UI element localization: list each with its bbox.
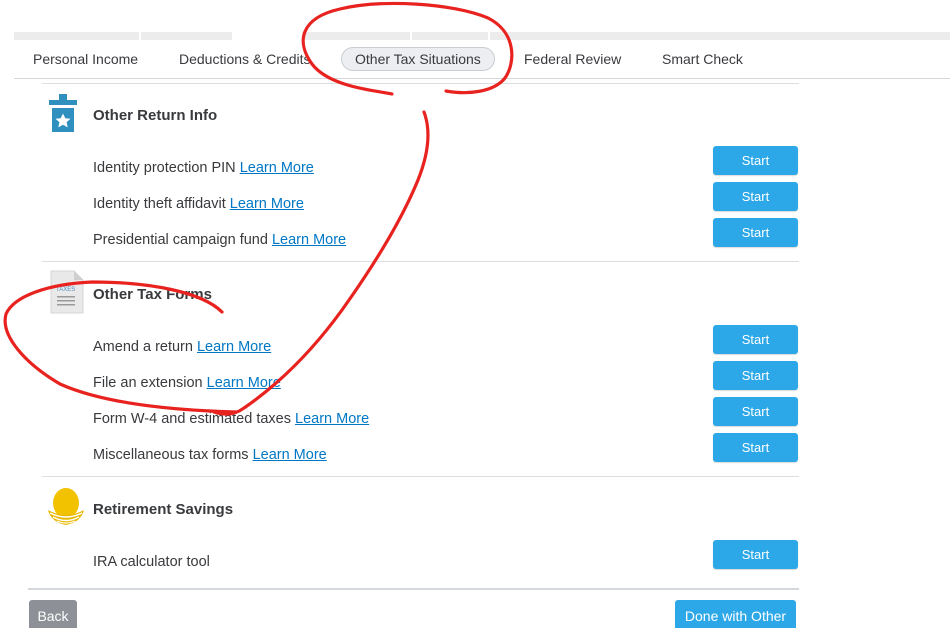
progress-segment bbox=[490, 32, 950, 40]
tab-smart-check[interactable]: Smart Check bbox=[662, 47, 743, 71]
row-amend-a-return: Amend a return Learn More bbox=[93, 339, 271, 355]
start-button[interactable]: Start bbox=[713, 540, 798, 569]
done-with-other-button[interactable]: Done with Other bbox=[675, 600, 796, 628]
section-title: Other Return Info bbox=[93, 107, 218, 124]
section-tabs: Personal Income Deductions & Credits Oth… bbox=[14, 40, 950, 79]
row-label: Identity protection PIN bbox=[93, 160, 236, 176]
row-identity-protection-pin: Identity protection PIN Learn More bbox=[93, 160, 314, 176]
tab-deductions-credits[interactable]: Deductions & Credits bbox=[179, 47, 311, 71]
row-presidential-campaign-fund: Presidential campaign fund Learn More bbox=[93, 232, 346, 248]
section-title: Retirement Savings bbox=[93, 501, 234, 518]
back-button[interactable]: Back bbox=[29, 600, 77, 628]
row-label: Presidential campaign fund bbox=[93, 232, 268, 248]
divider bbox=[42, 261, 799, 262]
start-button[interactable]: Start bbox=[713, 325, 798, 354]
progress-segment bbox=[141, 32, 232, 40]
footer-divider bbox=[28, 588, 799, 590]
row-label: Miscellaneous tax forms bbox=[93, 447, 249, 463]
tax-document-icon-text: TAXES bbox=[56, 287, 75, 293]
learn-more-link[interactable]: Learn More bbox=[207, 375, 281, 391]
start-button[interactable]: Start bbox=[713, 146, 798, 175]
row-form-w4-estimated-taxes: Form W-4 and estimated taxes Learn More bbox=[93, 411, 369, 427]
start-button[interactable]: Start bbox=[713, 433, 798, 462]
learn-more-link[interactable]: Learn More bbox=[272, 232, 346, 248]
start-button[interactable]: Start bbox=[713, 182, 798, 211]
progress-segment bbox=[14, 32, 139, 40]
row-ira-calculator-tool: IRA calculator tool bbox=[93, 554, 210, 570]
ballot-box-star-icon bbox=[46, 92, 84, 139]
tab-personal-income[interactable]: Personal Income bbox=[33, 47, 138, 71]
row-identity-theft-affidavit: Identity theft affidavit Learn More bbox=[93, 196, 304, 212]
tax-document-icon: TAXES bbox=[50, 270, 84, 319]
divider bbox=[42, 476, 799, 477]
learn-more-link[interactable]: Learn More bbox=[240, 160, 314, 176]
learn-more-link[interactable]: Learn More bbox=[253, 447, 327, 463]
learn-more-link[interactable]: Learn More bbox=[295, 411, 369, 427]
annotation-arrow-stroke bbox=[212, 110, 430, 416]
divider bbox=[42, 83, 799, 84]
start-button[interactable]: Start bbox=[713, 218, 798, 247]
annotation-overlay bbox=[3, 1, 514, 416]
row-label: IRA calculator tool bbox=[93, 554, 210, 570]
start-button[interactable]: Start bbox=[713, 361, 798, 390]
progress-segment bbox=[412, 32, 488, 40]
nest-egg-icon bbox=[45, 486, 87, 533]
tab-other-tax-situations[interactable]: Other Tax Situations bbox=[341, 47, 495, 71]
tab-federal-review[interactable]: Federal Review bbox=[524, 47, 621, 71]
row-file-an-extension: File an extension Learn More bbox=[93, 375, 281, 391]
row-label: Identity theft affidavit bbox=[93, 196, 226, 212]
section-title: Other Tax Forms bbox=[93, 286, 212, 303]
learn-more-link[interactable]: Learn More bbox=[230, 196, 304, 212]
row-label: File an extension bbox=[93, 375, 203, 391]
row-miscellaneous-tax-forms: Miscellaneous tax forms Learn More bbox=[93, 447, 327, 463]
progress-segment bbox=[302, 32, 410, 40]
row-label: Form W-4 and estimated taxes bbox=[93, 411, 291, 427]
learn-more-link[interactable]: Learn More bbox=[197, 339, 271, 355]
start-button[interactable]: Start bbox=[713, 397, 798, 426]
progress-strip bbox=[14, 32, 950, 40]
row-label: Amend a return bbox=[93, 339, 193, 355]
